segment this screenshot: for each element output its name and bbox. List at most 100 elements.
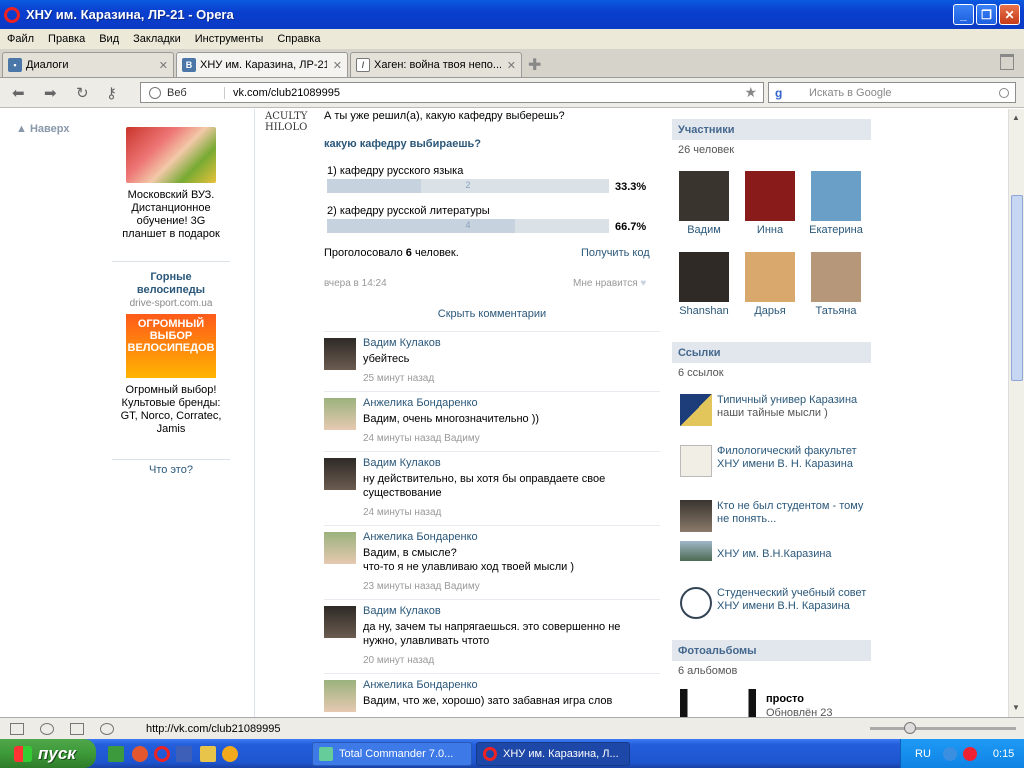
link-item[interactable]: Кто не был студентом - тому не понять... (678, 500, 868, 534)
link-item[interactable]: ХНУ им. В.Н.Каразина (678, 541, 868, 565)
close-button[interactable]: ✕ (999, 4, 1020, 25)
quicklaunch-icon[interactable] (108, 746, 124, 762)
tab-close-icon[interactable]: ✕ (333, 59, 342, 72)
comment-time[interactable]: 25 минут назад (363, 373, 434, 384)
poll-option-bar[interactable]: 2 (327, 179, 609, 193)
comment-author[interactable]: Вадим Кулаков (363, 337, 441, 349)
minimize-button[interactable]: _ (953, 4, 974, 25)
comment-author[interactable]: Вадим Кулаков (363, 457, 441, 469)
like-button[interactable]: Мне нравится ♥ (573, 278, 646, 289)
link-title[interactable]: Филологический факультет ХНУ имени В. Н.… (717, 445, 867, 471)
hide-comments-link[interactable]: Скрыть комментарии (324, 308, 660, 320)
albums-header[interactable]: Фотоальбомы (672, 640, 871, 661)
menu-edit[interactable]: Правка (41, 33, 92, 45)
member-avatar[interactable] (679, 252, 729, 302)
tab-dialogs[interactable]: ▪ Диалоги ✕ (2, 52, 174, 77)
avatar[interactable] (324, 680, 356, 712)
vertical-scrollbar[interactable]: ▲ ▼ (1008, 109, 1024, 717)
album-name[interactable]: просто (766, 693, 804, 705)
comment-author[interactable]: Анжелика Бондаренко (363, 531, 478, 543)
member-avatar[interactable] (811, 252, 861, 302)
comment-author[interactable]: Вадим Кулаков (363, 605, 441, 617)
quicklaunch-icon[interactable] (176, 746, 192, 762)
comment-time[interactable]: 24 минуты назад (363, 507, 441, 518)
zoom-slider-handle[interactable] (904, 722, 916, 734)
tab-close-icon[interactable]: ✕ (159, 59, 168, 72)
language-indicator[interactable]: RU (915, 748, 931, 760)
magnifier-icon[interactable] (999, 87, 1009, 98)
forward-arrow-icon[interactable]: ➡ (44, 84, 57, 102)
link-item[interactable]: Типичный универ Каразина наши тайные мысл… (678, 394, 868, 434)
ad-university[interactable]: Московский ВУЗ. Дистанционное обучение! … (112, 127, 230, 241)
avatar[interactable] (324, 458, 356, 490)
address-field[interactable]: Веб vk.com/club21089995 ★ (140, 82, 764, 103)
link-title[interactable]: ХНУ им. В.Н.Каразина (717, 548, 867, 561)
avatar[interactable] (324, 532, 356, 564)
back-to-top-link[interactable]: ▲ Наверх (16, 123, 69, 135)
link-title[interactable]: Кто не был студентом - тому не понять... (717, 500, 867, 526)
task-opera[interactable]: ХНУ им. Каразина, Л... (476, 742, 630, 766)
member-avatar[interactable] (811, 171, 861, 221)
menu-file[interactable]: Файл (0, 33, 41, 45)
link-title[interactable]: Студенческий учебный совет ХНУ имени В.Н… (717, 587, 867, 613)
member[interactable]: Дарья (739, 252, 801, 317)
poll-option-bar[interactable]: 4 (327, 219, 609, 233)
trash-icon[interactable] (1000, 54, 1014, 70)
member[interactable]: Татьяна (805, 252, 867, 317)
member-avatar[interactable] (679, 171, 729, 221)
tray-arrow-icon[interactable] (942, 746, 957, 761)
back-arrow-icon[interactable]: ⬅ (12, 84, 25, 102)
post-time[interactable]: вчера в 14:24 (324, 278, 387, 289)
new-tab-plus-icon[interactable]: ✚ (528, 55, 541, 75)
key-icon[interactable]: ⚷ (106, 84, 117, 102)
zoom-slider-track[interactable] (870, 727, 1016, 730)
menu-bookmarks[interactable]: Закладки (126, 33, 188, 45)
tab-vk-group[interactable]: B ХНУ им. Каразина, ЛР-21 ✕ (176, 52, 348, 77)
member[interactable]: Екатерина (805, 171, 867, 236)
bookmark-star-icon[interactable]: ★ (744, 84, 757, 101)
link-item[interactable]: Филологический факультет ХНУ имени В. Н.… (678, 445, 868, 489)
member-name[interactable]: Инна (739, 224, 801, 236)
menu-help[interactable]: Справка (270, 33, 327, 45)
avatar[interactable] (324, 398, 356, 430)
alert-icon[interactable] (962, 746, 977, 761)
comment-time[interactable]: 23 минуты назад Вадиму (363, 581, 480, 592)
what-is-this-link[interactable]: Что это? (112, 464, 230, 477)
links-header[interactable]: Ссылки (672, 342, 871, 363)
comment-author[interactable]: Анжелика Бондаренко (363, 679, 478, 691)
media-player-icon[interactable] (222, 746, 238, 762)
member-avatar[interactable] (745, 252, 795, 302)
tab-hagen[interactable]: / Хаген: война твоя непо... ✕ (350, 52, 522, 77)
restore-button[interactable]: ❐ (976, 4, 997, 25)
scroll-down-icon[interactable]: ▼ (1012, 703, 1020, 712)
url-text[interactable]: vk.com/club21089995 (225, 87, 744, 99)
quicklaunch-icon[interactable] (200, 746, 216, 762)
scroll-up-icon[interactable]: ▲ (1012, 113, 1020, 122)
firefox-icon[interactable] (132, 746, 148, 762)
task-total-commander[interactable]: Total Commander 7.0... (312, 742, 472, 766)
start-button[interactable]: пуск (0, 739, 96, 768)
ad-title[interactable]: велосипеды (112, 284, 230, 297)
panel-toggle-icon[interactable] (10, 722, 24, 735)
member-name[interactable]: Татьяна (805, 305, 867, 317)
member-name[interactable]: Shanshan (673, 305, 735, 317)
menu-tools[interactable]: Инструменты (188, 33, 271, 45)
reload-icon[interactable]: ↻ (76, 84, 89, 102)
member-name[interactable]: Екатерина (805, 224, 867, 236)
tab-close-icon[interactable]: ✕ (507, 59, 516, 72)
avatar[interactable] (324, 338, 356, 370)
link-item[interactable]: Студенческий учебный совет ХНУ имени В.Н… (678, 587, 868, 627)
member[interactable]: Shanshan (673, 252, 735, 317)
comment-time[interactable]: 24 минуты назад Вадиму (363, 433, 480, 444)
speed-dial-icon[interactable] (100, 722, 114, 735)
get-code-link[interactable]: Получить код (581, 247, 650, 259)
cloud-icon[interactable] (40, 722, 54, 735)
member-name[interactable]: Вадим (673, 224, 735, 236)
link-title[interactable]: Типичный универ Каразина (717, 394, 867, 407)
scrollbar-thumb[interactable] (1011, 195, 1023, 381)
avatar[interactable] (324, 606, 356, 638)
member-name[interactable]: Дарья (739, 305, 801, 317)
google-search-field[interactable]: g Искать в Google (768, 82, 1016, 103)
comment-author[interactable]: Анжелика Бондаренко (363, 397, 478, 409)
opera-icon[interactable] (154, 746, 170, 762)
